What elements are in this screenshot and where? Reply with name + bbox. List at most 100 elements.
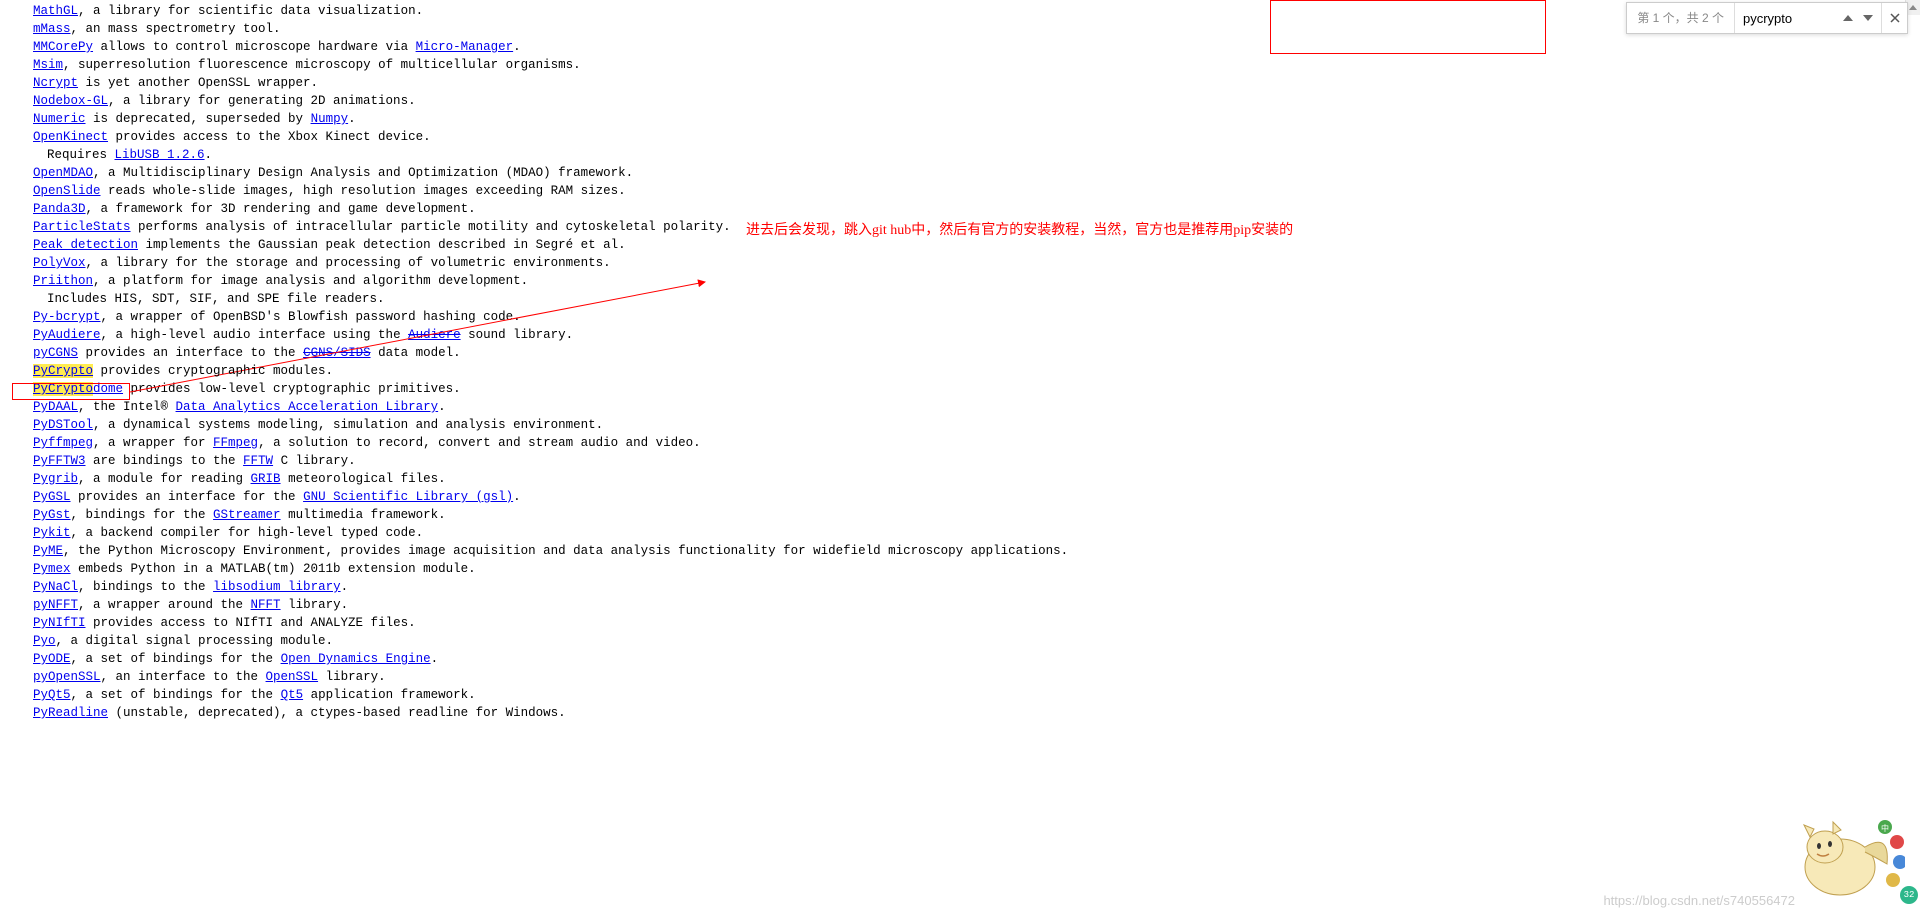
list-item: PyDSTool, a dynamical systems modeling, … [33,416,1920,434]
find-prev-button[interactable] [1839,9,1857,27]
package-link[interactable]: pyNFFT [33,598,78,612]
package-link[interactable]: Pygrib [33,472,78,486]
package-link[interactable]: ParticleStats [33,220,131,234]
package-link[interactable]: Pykit [33,526,71,540]
package-link[interactable]: Numeric [33,112,86,126]
inline-link[interactable]: Micro-Manager [416,40,514,54]
list-item: MMCorePy allows to control microscope ha… [33,38,1920,56]
list-item: PyFFTW3 are bindings to the FFTW C libra… [33,452,1920,470]
list-item: OpenKinect provides access to the Xbox K… [33,128,1920,146]
package-link[interactable]: Msim [33,58,63,72]
list-item: Numeric is deprecated, superseded by Num… [33,110,1920,128]
package-link[interactable]: PyNaCl [33,580,78,594]
package-link[interactable]: Pymex [33,562,71,576]
inline-link[interactable]: LibUSB 1.2.6 [115,148,205,162]
package-link[interactable]: PyFFTW3 [33,454,86,468]
svg-text:中: 中 [1881,823,1889,834]
list-item: PyReadline (unstable, deprecated), a cty… [33,704,1920,722]
package-link[interactable]: Nodebox-GL [33,94,108,108]
mascot-image: 中 [1775,792,1905,902]
package-link[interactable]: PyCrypto [33,364,93,378]
inline-link[interactable]: Audiere [408,328,461,342]
package-link[interactable]: Ncrypt [33,76,78,90]
list-item: pyNFFT, a wrapper around the NFFT librar… [33,596,1920,614]
list-item: Panda3D, a framework for 3D rendering an… [33,200,1920,218]
list-item: PyCryptodome provides low-level cryptogr… [33,380,1920,398]
list-item: Includes HIS, SDT, SIF, and SPE file rea… [33,290,1920,308]
package-link[interactable]: Pyo [33,634,56,648]
package-link[interactable]: PyODE [33,652,71,666]
list-item: PyODE, a set of bindings for the Open Dy… [33,650,1920,668]
inline-link[interactable]: GStreamer [213,508,281,522]
list-item: PolyVox, a library for the storage and p… [33,254,1920,272]
list-item: PyGst, bindings for the GStreamer multim… [33,506,1920,524]
list-item: Ncrypt is yet another OpenSSL wrapper. [33,74,1920,92]
inline-link[interactable]: Numpy [311,112,349,126]
list-item: Pygrib, a module for reading GRIB meteor… [33,470,1920,488]
package-link[interactable]: OpenMDAO [33,166,93,180]
list-item: Py-bcrypt, a wrapper of OpenBSD's Blowfi… [33,308,1920,326]
inline-link[interactable]: GNU Scientific Library (gsl) [303,490,513,504]
inline-link[interactable]: libsodium library [213,580,341,594]
inline-link[interactable]: OpenSSL [266,670,319,684]
find-input[interactable] [1735,3,1835,33]
package-link[interactable]: PyGst [33,508,71,522]
list-item: Msim, superresolution fluorescence micro… [33,56,1920,74]
package-link[interactable]: Panda3D [33,202,86,216]
package-link[interactable]: PyCryptodome [33,382,123,396]
list-item: pyOpenSSL, an interface to the OpenSSL l… [33,668,1920,686]
inline-link[interactable]: Open Dynamics Engine [281,652,431,666]
package-link[interactable]: PyAudiere [33,328,101,342]
package-link[interactable]: PyME [33,544,63,558]
list-item: OpenMDAO, a Multidisciplinary Design Ana… [33,164,1920,182]
list-item: PyAudiere, a high-level audio interface … [33,326,1920,344]
list-item: Requires LibUSB 1.2.6. [33,146,1920,164]
list-item: PyNaCl, bindings to the libsodium librar… [33,578,1920,596]
package-link[interactable]: PyDSTool [33,418,93,432]
package-list: MathGL, a library for scientific data vi… [0,0,1920,722]
list-item: Nodebox-GL, a library for generating 2D … [33,92,1920,110]
inline-link[interactable]: Qt5 [281,688,304,702]
inline-link[interactable]: FFmpeg [213,436,258,450]
inline-link[interactable]: GRIB [251,472,281,486]
package-link[interactable]: pyOpenSSL [33,670,101,684]
list-item: Pymex embeds Python in a MATLAB(tm) 2011… [33,560,1920,578]
corner-badge: 32 [1900,886,1918,904]
package-link[interactable]: PyNIfTI [33,616,86,630]
package-link[interactable]: Peak detection [33,238,138,252]
package-link[interactable]: PyQt5 [33,688,71,702]
package-link[interactable]: Pyffmpeg [33,436,93,450]
package-link[interactable]: PyGSL [33,490,71,504]
package-link[interactable]: PyDAAL [33,400,78,414]
list-item: PyQt5, a set of bindings for the Qt5 app… [33,686,1920,704]
list-item: Pyo, a digital signal processing module. [33,632,1920,650]
inline-link[interactable]: CGNS/SIDS [303,346,371,360]
package-link[interactable]: mMass [33,22,71,36]
list-item: Priithon, a platform for image analysis … [33,272,1920,290]
package-link[interactable]: Priithon [33,274,93,288]
package-link[interactable]: OpenKinect [33,130,108,144]
inline-link[interactable]: Data Analytics Acceleration Library [176,400,439,414]
find-count: 第 1 个，共 2 个 [1627,3,1735,33]
inline-link[interactable]: NFFT [251,598,281,612]
find-next-button[interactable] [1859,9,1877,27]
list-item: PyNIfTI provides access to NIfTI and ANA… [33,614,1920,632]
find-close-button[interactable] [1881,3,1907,33]
list-item: OpenSlide reads whole-slide images, high… [33,182,1920,200]
list-item: PyCrypto provides cryptographic modules. [33,362,1920,380]
package-link[interactable]: OpenSlide [33,184,101,198]
annotation-text: 进去后会发现，跳入git hub中，然后有官方的安装教程，当然，官方也是推荐用p… [746,222,1293,240]
list-item: PyME, the Python Microscopy Environment,… [33,542,1920,560]
package-link[interactable]: PyReadline [33,706,108,720]
watermark-text: https://blog.csdn.net/s740556472 [1603,892,1795,910]
package-link[interactable]: Py-bcrypt [33,310,101,324]
list-item: pyCGNS provides an interface to the CGNS… [33,344,1920,362]
list-item: Pykit, a backend compiler for high-level… [33,524,1920,542]
package-link[interactable]: PolyVox [33,256,86,270]
list-item: PyGSL provides an interface for the GNU … [33,488,1920,506]
package-link[interactable]: MMCorePy [33,40,93,54]
list-item: PyDAAL, the Intel® Data Analytics Accele… [33,398,1920,416]
inline-link[interactable]: FFTW [243,454,273,468]
package-link[interactable]: pyCGNS [33,346,78,360]
package-link[interactable]: MathGL [33,4,78,18]
